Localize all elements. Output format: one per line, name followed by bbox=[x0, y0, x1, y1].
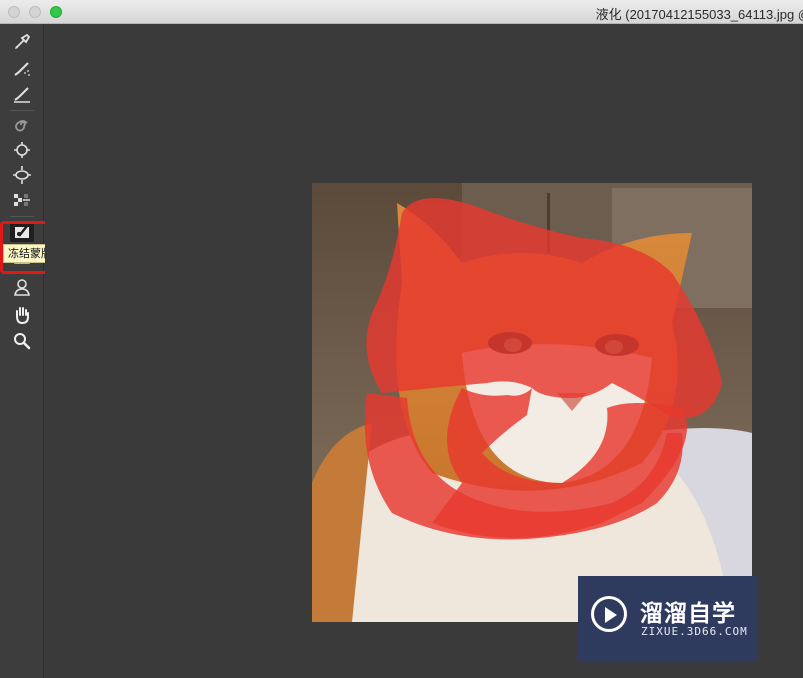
pucker-tool[interactable] bbox=[10, 140, 34, 160]
watermark-brand: 溜溜自学 bbox=[640, 601, 736, 627]
tool-separator bbox=[10, 216, 34, 217]
reconstruct-icon bbox=[14, 62, 30, 76]
face-tool[interactable] bbox=[10, 277, 34, 297]
smooth-tool[interactable] bbox=[10, 84, 34, 104]
watermark-badge: 溜溜自学 ZIXUE.3D66.COM bbox=[578, 576, 758, 661]
bloat-tool[interactable] bbox=[10, 165, 34, 185]
hand-icon bbox=[16, 307, 29, 325]
liquify-tool-panel bbox=[0, 24, 44, 678]
twirl-tool[interactable] bbox=[10, 115, 34, 135]
forward-warp-icon bbox=[15, 33, 31, 49]
cat-photo[interactable] bbox=[312, 183, 752, 622]
freeze-mask-tool[interactable] bbox=[10, 222, 34, 242]
zoom-icon bbox=[14, 333, 31, 350]
hand-tool[interactable] bbox=[10, 305, 34, 325]
push-left-icon bbox=[14, 194, 30, 206]
face-tool-icon bbox=[14, 279, 30, 296]
forward-warp-tool[interactable] bbox=[10, 32, 34, 52]
tool-separator bbox=[10, 110, 34, 111]
close-window-button[interactable] bbox=[8, 6, 20, 18]
watermark-url: ZIXUE.3D66.COM bbox=[641, 625, 748, 638]
push-left-tool[interactable] bbox=[10, 190, 34, 210]
play-logo-icon bbox=[591, 596, 627, 632]
pucker-icon bbox=[14, 142, 30, 158]
maximize-window-button[interactable] bbox=[50, 6, 62, 18]
smooth-icon bbox=[14, 87, 30, 103]
reconstruct-tool[interactable] bbox=[10, 59, 34, 79]
window-title: 液化 (20170412155033_64113.jpg @ bbox=[595, 7, 803, 22]
title-bar: 液化 (20170412155033_64113.jpg @ bbox=[0, 0, 803, 24]
twirl-icon bbox=[15, 120, 28, 132]
freeze-mask-icon bbox=[15, 225, 29, 238]
minimize-window-button[interactable] bbox=[29, 6, 41, 18]
cat-photo-art bbox=[312, 183, 752, 622]
zoom-tool[interactable] bbox=[10, 331, 34, 351]
bloat-icon bbox=[13, 166, 31, 184]
